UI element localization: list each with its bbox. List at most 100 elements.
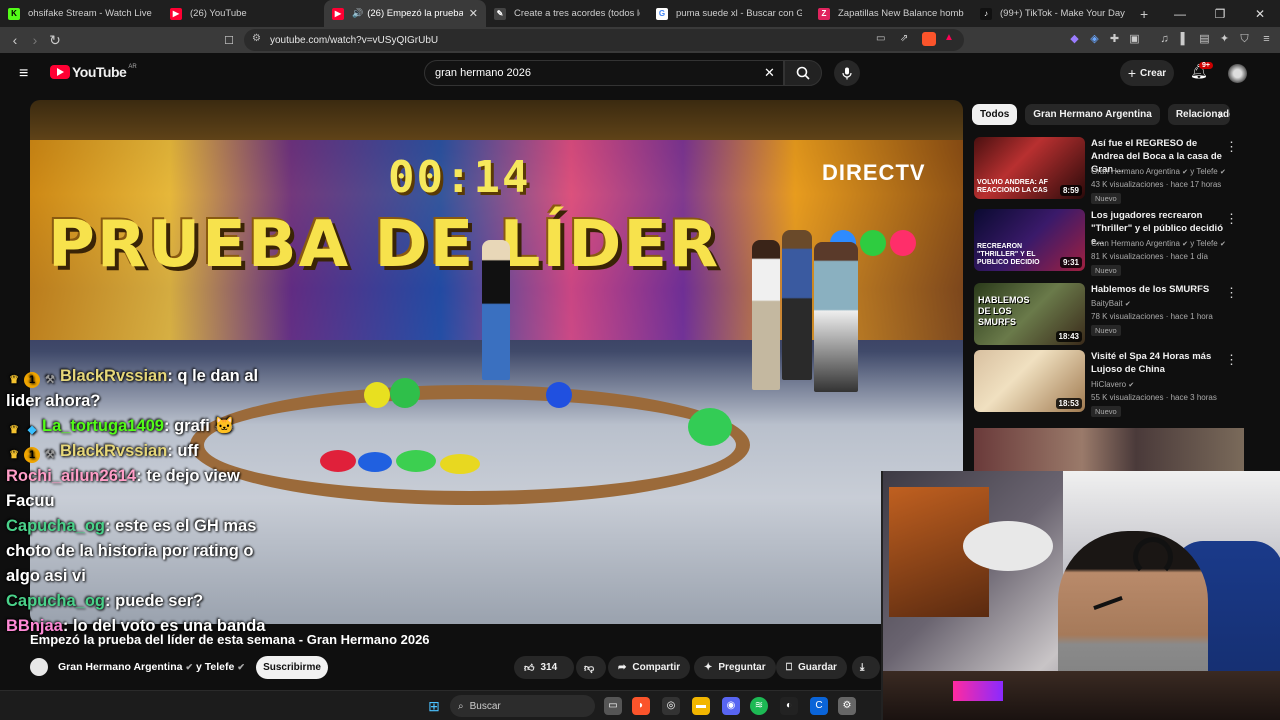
microphone-icon xyxy=(842,67,852,79)
new-tab-icon[interactable]: + xyxy=(1140,6,1148,22)
ask-button[interactable]: ✦ Preguntar xyxy=(694,656,776,679)
recommendation-item[interactable]: VOLVIO ANDREA: AF REACCIONO LA CAS 8:59 … xyxy=(974,137,1244,204)
tab-title: Create a tres acordes (todos los pers xyxy=(514,8,640,19)
url-text: youtube.com/watch?v=vUSyQIGrUbU xyxy=(270,34,439,46)
hamburger-menu-icon[interactable]: ≡ xyxy=(19,65,28,83)
more-options-icon[interactable]: ⋮ xyxy=(1225,211,1238,227)
bookmark-icon[interactable]: ☐ xyxy=(219,30,239,50)
windows-start-icon[interactable]: ⊞ xyxy=(425,697,443,715)
browser-tab[interactable]: Z Zapatillas New Balance hombre 574 xyxy=(810,0,972,27)
brave-rewards-icon[interactable]: ▲ xyxy=(944,32,954,43)
channel-collab[interactable]: y Telefe xyxy=(196,661,234,673)
channel-name[interactable]: Gran Hermano Argentina xyxy=(58,661,182,673)
cast-icon[interactable]: ▭ xyxy=(876,33,885,44)
save-button[interactable]: ⎕ Guardar xyxy=(776,656,847,679)
browser-tab-active[interactable]: ▶ 🔊(26) Empezó la prueba del líd ✕ xyxy=(324,0,486,27)
site-info-icon[interactable]: ⚙ xyxy=(252,33,261,44)
avatar[interactable] xyxy=(1228,64,1247,83)
youtube-logo[interactable]: YouTube AR xyxy=(50,64,137,80)
address-bar[interactable]: ⚙ youtube.com/watch?v=vUSyQIGrUbU ▭ ⇗ ▲ xyxy=(244,29,964,51)
spotify-icon[interactable]: ≋ xyxy=(750,697,768,715)
browser-tab[interactable]: ▶ (26) YouTube xyxy=(162,0,324,27)
screenshot-icon[interactable]: ▣ xyxy=(1127,32,1142,47)
ball xyxy=(440,454,480,474)
subscribe-button[interactable]: Suscribirme xyxy=(256,656,328,679)
extension-icon[interactable]: ◆ xyxy=(1067,32,1082,47)
tiktok-icon: ♪ xyxy=(980,7,992,20)
chat-message: Capucha_og: puede ser? xyxy=(6,592,204,610)
task-view-icon[interactable]: ▭ xyxy=(604,697,622,715)
ball xyxy=(390,378,420,408)
browser-tab[interactable]: Gpuma suede xl - Buscar con Google xyxy=(648,0,810,27)
ask-label: Preguntar xyxy=(718,662,766,673)
recommendation-channel[interactable]: Gran Hermano Argentina ✔ y Telefe ✔ xyxy=(1091,239,1226,248)
more-options-icon[interactable]: ⋮ xyxy=(1225,285,1238,301)
search-icon: ⌕ xyxy=(458,700,464,712)
share-icon[interactable]: ⇗ xyxy=(900,33,908,44)
create-button[interactable]: + Crear xyxy=(1120,60,1174,86)
obs-icon[interactable]: ◐ xyxy=(780,697,798,715)
recommendation-item[interactable]: HABLEMOS DE LOS SMURFS 18:43 Hablemos de… xyxy=(974,283,1244,349)
extension-icon[interactable]: ◈ xyxy=(1087,32,1102,47)
file-explorer-icon[interactable]: ▬ xyxy=(692,697,710,715)
extensions-puzzle-icon[interactable]: ✚ xyxy=(1107,32,1122,47)
recommendation-channel[interactable]: HiClavero ✔ xyxy=(1091,380,1134,389)
dislike-button[interactable]: 👎︎ xyxy=(576,656,606,679)
clear-search-icon[interactable]: ✕ xyxy=(764,65,775,81)
youtube-header: ≡ YouTube AR gran hermano 2026 ✕ + Crear … xyxy=(0,53,1280,93)
more-options-icon[interactable]: ⋮ xyxy=(1225,352,1238,368)
video-thumbnail[interactable]: 18:53 xyxy=(974,350,1085,412)
sidebar-icon[interactable]: ▌ xyxy=(1177,32,1192,47)
minimize-icon[interactable]: — xyxy=(1160,0,1200,27)
video-thumbnail[interactable]: VOLVIO ANDREA: AF REACCIONO LA CAS 8:59 xyxy=(974,137,1085,199)
region-code: AR xyxy=(128,64,137,70)
close-window-icon[interactable]: ✕ xyxy=(1240,0,1280,27)
browser-tab[interactable]: ♪ (99+) TikTok - Make Your Day xyxy=(972,0,1134,27)
download-button[interactable]: ⤓ xyxy=(852,656,880,679)
media-icon[interactable]: ♫ xyxy=(1157,32,1172,47)
contestant xyxy=(752,240,780,390)
close-tab-icon[interactable]: ✕ xyxy=(469,7,478,20)
youtube-icon: ▶ xyxy=(170,7,182,20)
pickaxe-icon: ⚒ xyxy=(45,374,55,386)
recommendation-item[interactable]: RECREARON "THRILLER" Y EL PUBLICO DECIDI… xyxy=(974,209,1244,276)
discord-icon[interactable]: ◉ xyxy=(722,697,740,715)
share-button[interactable]: ➦ Compartir xyxy=(608,656,691,679)
browser-tab[interactable]: Kohsifake Stream - Watch Live on xyxy=(0,0,162,27)
chat-username: La_tortuga1409 xyxy=(42,417,164,435)
more-options-icon[interactable]: ⋮ xyxy=(1225,139,1238,155)
shorts-thumbnail-row[interactable] xyxy=(974,428,1244,472)
taskbar-search[interactable]: ⌕ Buscar xyxy=(450,695,595,717)
recommendation-channel[interactable]: Gran Hermano Argentina ✔ y Telefe ✔ xyxy=(1091,167,1226,176)
ai-icon[interactable]: ✦ xyxy=(1217,32,1232,47)
search-input[interactable]: gran hermano 2026 xyxy=(424,60,784,86)
recommendation-title[interactable]: Hablemos de los SMURFS xyxy=(1091,283,1231,296)
recommendation-title[interactable]: Visité el Spa 24 Horas más Lujoso de Chi… xyxy=(1091,350,1231,376)
app-icon[interactable]: C xyxy=(810,697,828,715)
reload-icon[interactable]: ↻ xyxy=(45,30,65,50)
video-thumbnail[interactable]: HABLEMOS DE LOS SMURFS 18:43 xyxy=(974,283,1085,345)
search-button[interactable] xyxy=(784,60,822,86)
menu-icon[interactable]: ≡ xyxy=(1259,32,1274,47)
browser-tab[interactable]: ✎ Create a tres acordes (todos los pers xyxy=(486,0,648,27)
wallet-icon[interactable]: ▤ xyxy=(1197,32,1212,47)
chip-all[interactable]: Todos xyxy=(972,104,1018,125)
maximize-icon[interactable]: ❐ xyxy=(1200,0,1240,27)
forward-icon[interactable]: › xyxy=(25,30,45,50)
brave-shield-icon[interactable] xyxy=(922,32,936,46)
recommendation-channel[interactable]: BaityBait ✔ xyxy=(1091,299,1131,308)
voice-search-button[interactable] xyxy=(834,60,860,86)
new-badge: Nuevo xyxy=(1091,325,1121,336)
like-button[interactable]: 👍︎ 314 xyxy=(514,656,574,679)
video-thumbnail[interactable]: RECREARON "THRILLER" Y EL PUBLICO DECIDI… xyxy=(974,209,1085,271)
chip-channel[interactable]: Gran Hermano Argentina xyxy=(1025,104,1160,125)
vpn-icon[interactable]: ⛉ xyxy=(1237,32,1252,47)
chat-username: Capucha_og xyxy=(6,592,106,610)
recorder-icon[interactable]: ◎ xyxy=(662,697,680,715)
brave-icon[interactable]: ◗ xyxy=(632,697,650,715)
back-icon[interactable]: ‹ xyxy=(5,30,25,50)
recommendation-item[interactable]: 18:53 Visité el Spa 24 Horas más Lujoso … xyxy=(974,350,1244,417)
settings-icon[interactable]: ⚙ xyxy=(838,697,856,715)
chevron-right-icon[interactable]: › xyxy=(1218,106,1223,122)
channel-avatar[interactable] xyxy=(30,658,48,676)
